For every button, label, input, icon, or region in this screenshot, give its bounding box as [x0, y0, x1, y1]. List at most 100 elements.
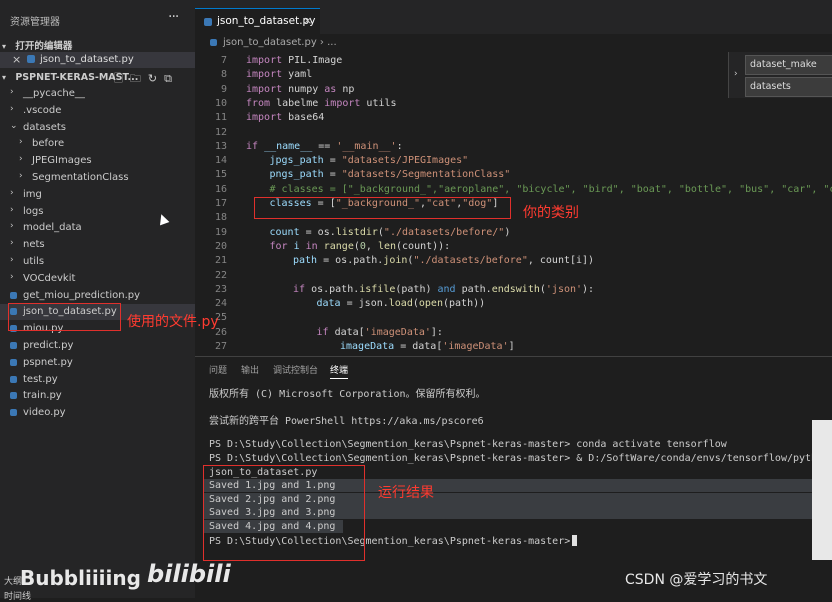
tree-folder[interactable]: ›img	[0, 187, 195, 203]
tree-item-label: __pycache__	[23, 88, 85, 99]
chevron-right-icon: ›	[19, 171, 23, 181]
code-line[interactable]: 22	[195, 270, 832, 284]
code-line[interactable]: 12	[195, 127, 832, 141]
tree-item-label: SegmentationClass	[32, 172, 129, 183]
code-text: pngs_path = "datasets/SegmentationClass"	[270, 169, 511, 180]
tree-file[interactable]: train.py	[0, 388, 195, 404]
code-line[interactable]: 23if os.path.isfile(path) and path.endsw…	[195, 284, 832, 298]
code-line[interactable]: 13if __name__ == '__main__':	[195, 141, 832, 155]
code-text: import yaml	[246, 69, 312, 80]
csdn-watermark: CSDN @爱学习的书文	[625, 569, 767, 589]
code-text: count = os.listdir("./datasets/before/")	[270, 227, 511, 238]
tree-item-label: JPEGImages	[32, 155, 92, 166]
tree-file[interactable]: predict.py	[0, 338, 195, 354]
tab-output[interactable]: 输出	[241, 363, 259, 376]
new-file-icon[interactable]: 🗋	[114, 72, 123, 85]
open-editor-item[interactable]: × json_to_dataset.py	[0, 52, 195, 68]
explorer-title: 资源管理器	[10, 13, 60, 28]
bilibili-logo: bilibili	[147, 560, 231, 588]
terminal-line: 版权所有 (C) Microsoft Corporation。保留所有权利。	[209, 385, 486, 400]
tree-folder[interactable]: ›before	[0, 136, 195, 152]
code-line[interactable]: 11import base64	[195, 112, 832, 126]
used-file-annotation: 使用的文件.py	[127, 311, 219, 331]
open-editors-section[interactable]: ▾ 打开的编辑器	[0, 38, 195, 52]
editor-tabbar: json_to_dataset.py ×	[195, 0, 832, 34]
collapse-all-icon[interactable]: ⧉	[164, 72, 172, 85]
code-line[interactable]: 19count = os.listdir("./datasets/before/…	[195, 227, 832, 241]
tree-folder[interactable]: ›utils	[0, 254, 195, 270]
tree-folder[interactable]: ›nets	[0, 237, 195, 253]
code-text: if data['imageData']:	[317, 327, 443, 338]
code-text: import numpy as np	[246, 84, 354, 95]
chevron-right-icon: ›	[10, 238, 14, 248]
tree-file[interactable]: pspnet.py	[0, 355, 195, 371]
python-file-icon	[10, 392, 17, 399]
code-text: from labelme import utils	[246, 98, 397, 109]
python-file-icon	[210, 39, 217, 46]
code-line[interactable]: 26if data['imageData']:	[195, 327, 832, 341]
code-text: for i in range(0, len(count)):	[270, 241, 451, 252]
tree-folder[interactable]: › SegmentationClass	[0, 170, 195, 186]
replace-input-value: datasets	[750, 81, 791, 92]
explorer-sidebar: 资源管理器 ··· ▾ 打开的编辑器 × json_to_dataset.py …	[0, 0, 195, 598]
line-number: 10	[195, 98, 227, 109]
terminal-cursor	[572, 535, 577, 546]
tree-item-label: before	[32, 138, 64, 149]
code-line[interactable]: 27imageData = data['imageData']	[195, 341, 832, 355]
timeline-label: 时间线	[4, 589, 31, 602]
code-line[interactable]: 20for i in range(0, len(count)):	[195, 241, 832, 255]
chevron-down-icon: ▾	[2, 73, 12, 82]
new-folder-icon[interactable]: 🗀	[130, 72, 141, 85]
line-number: 8	[195, 69, 227, 80]
tab-problems[interactable]: 问题	[209, 363, 227, 376]
line-number: 9	[195, 84, 227, 95]
close-icon[interactable]: ×	[12, 53, 21, 66]
editor-tab[interactable]: json_to_dataset.py ×	[195, 8, 320, 35]
code-text: imageData = data['imageData']	[340, 341, 515, 352]
tab-label: json_to_dataset.py	[217, 15, 315, 27]
code-line[interactable]: 14jpgs_path = "datasets/JPEGImages"	[195, 155, 832, 169]
chevron-down-icon: ▾	[2, 42, 12, 51]
find-input[interactable]: dataset_make	[745, 55, 832, 75]
tree-file[interactable]: test.py	[0, 372, 195, 388]
line-number: 23	[195, 284, 227, 295]
breadcrumb[interactable]: json_to_dataset.py › ...	[195, 34, 832, 52]
code-line[interactable]: 25	[195, 312, 832, 326]
tree-item-label: VOCdevkit	[23, 273, 75, 284]
tab-debug-console[interactable]: 调试控制台	[273, 363, 318, 376]
tree-item-label: logs	[23, 206, 43, 217]
code-line[interactable]: 24data = json.load(open(path))	[195, 298, 832, 312]
line-number: 12	[195, 127, 227, 138]
code-text: import PIL.Image	[246, 55, 342, 66]
replace-input[interactable]: datasets	[745, 77, 832, 97]
code-text: path = os.path.join("./datasets/before",…	[293, 255, 594, 266]
result-highlight-box	[203, 465, 365, 561]
code-line[interactable]: 16# classes = ["_background_","aeroplane…	[195, 184, 832, 198]
tree-folder[interactable]: ›.vscode	[0, 103, 195, 119]
tree-folder[interactable]: ›JPEGImages	[0, 153, 195, 169]
tree-folder[interactable]: ›__pycache__	[0, 86, 195, 102]
tree-item-label: pspnet.py	[23, 357, 73, 368]
line-number: 18	[195, 212, 227, 223]
tree-folder[interactable]: ⌄datasets	[0, 120, 195, 136]
open-editor-filename: json_to_dataset.py	[40, 54, 134, 65]
result-annotation: 运行结果	[378, 482, 434, 502]
code-text: import base64	[246, 112, 324, 123]
open-editors-label: 打开的编辑器	[15, 41, 72, 52]
terminal-line: 尝试新的跨平台 PowerShell https://aka.ms/pscore…	[209, 412, 484, 427]
chevron-right-icon[interactable]: ›	[734, 69, 738, 79]
tree-item-label: img	[23, 189, 42, 200]
tree-file[interactable]: video.py	[0, 405, 195, 421]
tab-terminal[interactable]: 终端	[330, 363, 348, 379]
chevron-right-icon: ›	[10, 255, 14, 265]
code-line[interactable]: 15pngs_path = "datasets/SegmentationClas…	[195, 169, 832, 183]
refresh-icon[interactable]: ↻	[148, 72, 157, 85]
tree-folder[interactable]: ›VOCdevkit	[0, 271, 195, 287]
code-line[interactable]: 10 from labelme import utils	[195, 98, 832, 112]
code-line[interactable]: 21path = os.path.join("./datasets/before…	[195, 255, 832, 269]
more-actions-button[interactable]: ···	[168, 9, 178, 25]
find-input-value: dataset_make	[750, 59, 817, 70]
tree-file[interactable]: get_miou_prediction.py	[0, 288, 195, 304]
close-icon[interactable]: ×	[303, 14, 312, 27]
python-file-icon	[10, 359, 17, 366]
